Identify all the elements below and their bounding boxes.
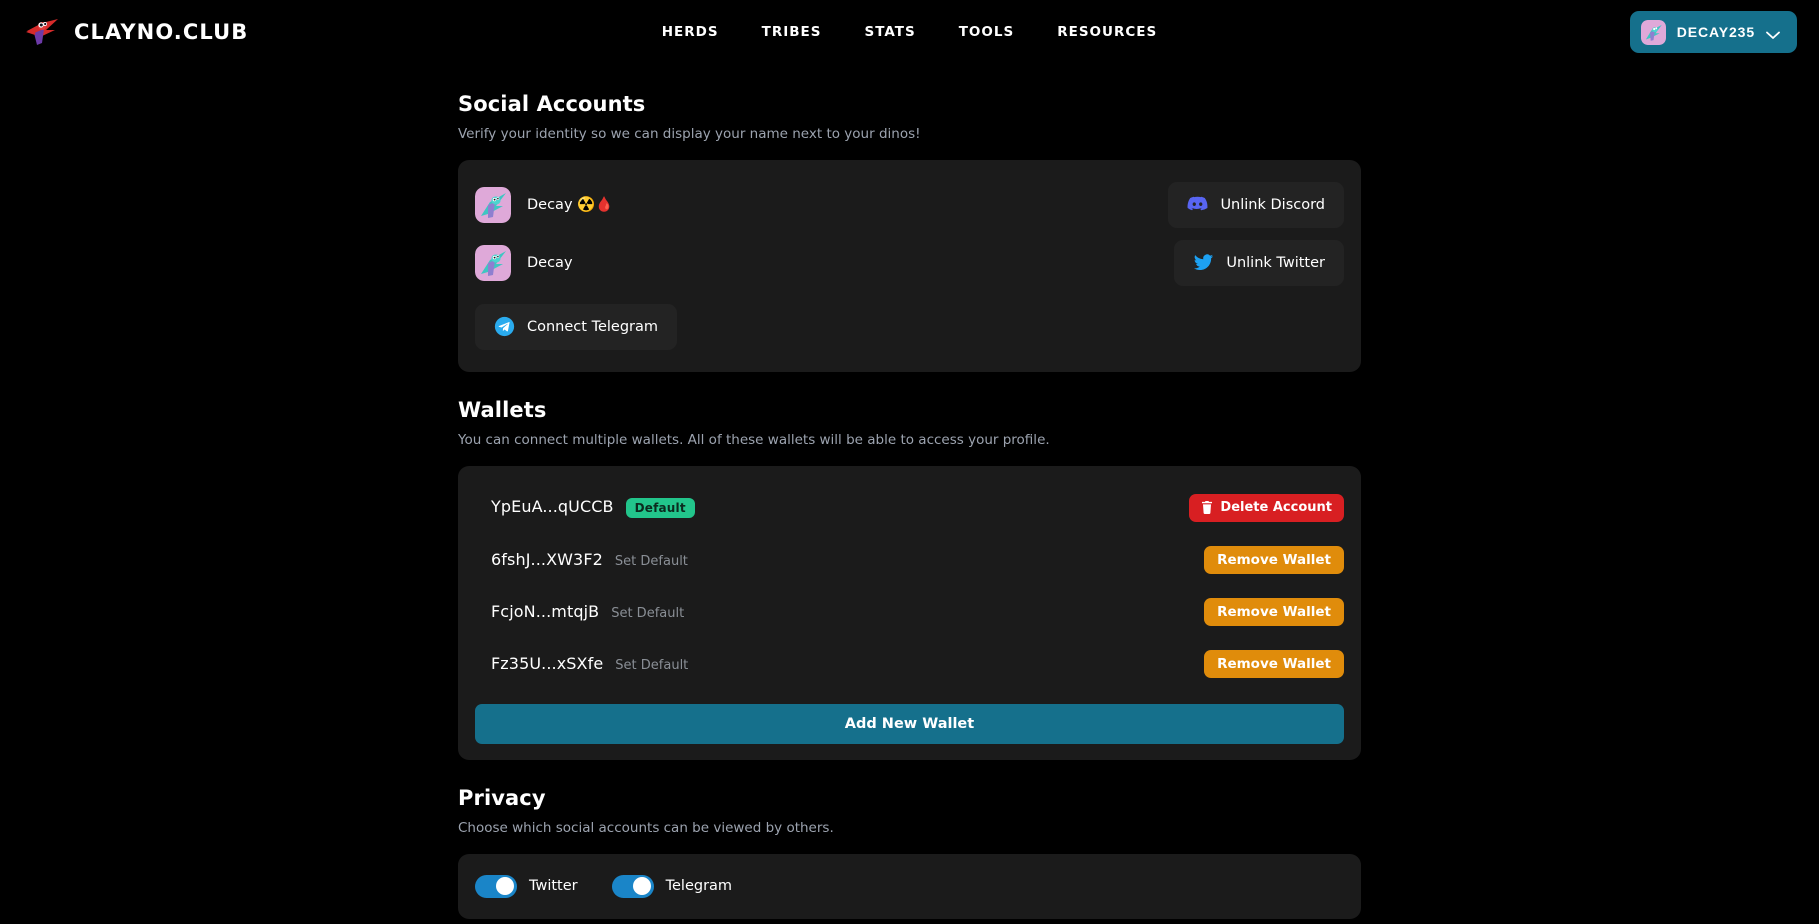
social-accounts-description: Verify your identity so we can display y… — [458, 126, 921, 142]
unlink-twitter-label: Unlink Twitter — [1226, 254, 1325, 271]
social-accounts-card: Decay ☢️🩸 Unlink Discord Decay Unlink Tw… — [458, 159, 1361, 372]
social-accounts-title: Social Accounts — [458, 92, 646, 116]
brand-name: CLAYNO.CLUB — [74, 20, 249, 44]
brand-home-link[interactable]: CLAYNO.CLUB — [22, 15, 248, 49]
privacy-toggle-twitter[interactable]: Twitter — [475, 874, 578, 898]
social-accounts-section: Social Accounts Verify your identity so … — [458, 92, 1361, 372]
wallets-card: YpEuA...qUCCB Default Delete Account 6fs… — [458, 465, 1361, 760]
unlink-discord-label: Unlink Discord — [1220, 196, 1325, 213]
delete-account-button[interactable]: Delete Account — [1189, 493, 1344, 522]
unlink-twitter-button[interactable]: Unlink Twitter — [1174, 239, 1344, 286]
telegram-icon — [494, 316, 515, 337]
remove-wallet-button[interactable]: Remove Wallet — [1204, 649, 1344, 678]
add-new-wallet-button[interactable]: Add New Wallet — [475, 703, 1344, 744]
nav-item-herds[interactable]: HERDS — [662, 24, 719, 40]
nav-item-tribes[interactable]: TRIBES — [762, 24, 822, 40]
set-default-link[interactable]: Set Default — [615, 554, 688, 569]
discord-icon — [1187, 194, 1208, 215]
chevron-down-icon — [1766, 28, 1780, 39]
social-username-discord: Decay ☢️🩸 — [527, 197, 614, 214]
social-account-row-twitter: Decay Unlink Twitter — [475, 234, 1344, 292]
default-wallet-badge: Default — [625, 498, 695, 519]
wallet-info: Fz35U...xSXfe Set Default — [475, 654, 688, 673]
profile-menu-button[interactable]: DECAY235 — [1629, 11, 1797, 53]
top-navigation-bar: CLAYNO.CLUB HERDS TRIBES STATS TOOLS RES… — [0, 0, 1819, 64]
privacy-toggle-telegram[interactable]: Telegram — [611, 874, 733, 898]
dino-avatar — [1640, 19, 1666, 45]
dino-avatar — [475, 186, 511, 223]
wallets-section: Wallets You can connect multiple wallets… — [458, 398, 1361, 760]
privacy-section: Privacy Choose which social accounts can… — [458, 786, 1361, 919]
social-identity-twitter: Decay — [475, 244, 573, 281]
remove-wallet-button[interactable]: Remove Wallet — [1204, 545, 1344, 574]
wallet-row: 6fshJ...XW3F2 Set Default Remove Wallet — [475, 534, 1344, 586]
connect-telegram-label: Connect Telegram — [527, 318, 659, 335]
nav-item-tools[interactable]: TOOLS — [959, 24, 1015, 40]
social-username-twitter: Decay — [527, 254, 573, 271]
main-nav: HERDS TRIBES STATS TOOLS RESOURCES — [662, 24, 1157, 40]
social-account-row-telegram: Connect Telegram — [475, 292, 1344, 356]
wallet-info: YpEuA...qUCCB Default — [475, 497, 695, 519]
nav-item-resources[interactable]: RESOURCES — [1057, 24, 1157, 40]
toggle-knob — [496, 877, 514, 896]
connect-telegram-button[interactable]: Connect Telegram — [475, 303, 678, 350]
unlink-discord-button[interactable]: Unlink Discord — [1168, 181, 1344, 228]
privacy-toggle-label-telegram: Telegram — [665, 878, 733, 895]
privacy-title: Privacy — [458, 785, 546, 810]
toggle-knob — [632, 877, 651, 896]
nav-item-stats[interactable]: STATS — [864, 24, 915, 40]
delete-account-label: Delete Account — [1220, 500, 1332, 516]
remove-wallet-button[interactable]: Remove Wallet — [1204, 597, 1344, 626]
wallet-row: FcjoN...mtqjB Set Default Remove Wallet — [475, 586, 1344, 638]
wallet-info: 6fshJ...XW3F2 Set Default — [475, 550, 688, 569]
wallet-address: 6fshJ...XW3F2 — [491, 550, 603, 570]
dino-avatar — [475, 244, 511, 281]
privacy-toggle-label-twitter: Twitter — [529, 878, 578, 895]
wallets-description: You can connect multiple wallets. All of… — [458, 431, 1050, 448]
wallet-address: Fz35U...xSXfe — [491, 654, 604, 674]
privacy-description: Choose which social accounts can be view… — [458, 819, 834, 836]
wallet-address: FcjoN...mtqjB — [491, 602, 600, 622]
profile-settings-page: Social Accounts Verify your identity so … — [0, 64, 1819, 924]
profile-name: DECAY235 — [1676, 24, 1755, 40]
wallet-row: Fz35U...xSXfe Set Default Remove Wallet — [475, 638, 1344, 690]
set-default-link[interactable]: Set Default — [611, 606, 684, 621]
wallets-title: Wallets — [458, 397, 547, 422]
trash-icon — [1201, 501, 1213, 515]
toggle-switch-telegram[interactable] — [611, 874, 654, 898]
social-identity-discord: Decay ☢️🩸 — [475, 186, 614, 223]
pterodactyl-logo-icon — [22, 15, 62, 49]
privacy-card: Twitter Telegram — [458, 853, 1361, 919]
toggle-switch-twitter[interactable] — [475, 874, 517, 898]
wallet-address: YpEuA...qUCCB — [491, 497, 614, 517]
twitter-icon — [1193, 252, 1214, 273]
social-account-row-discord: Decay ☢️🩸 Unlink Discord — [475, 176, 1344, 234]
wallet-row: YpEuA...qUCCB Default Delete Account — [475, 482, 1344, 534]
wallet-info: FcjoN...mtqjB Set Default — [475, 602, 684, 621]
set-default-link[interactable]: Set Default — [615, 658, 688, 673]
